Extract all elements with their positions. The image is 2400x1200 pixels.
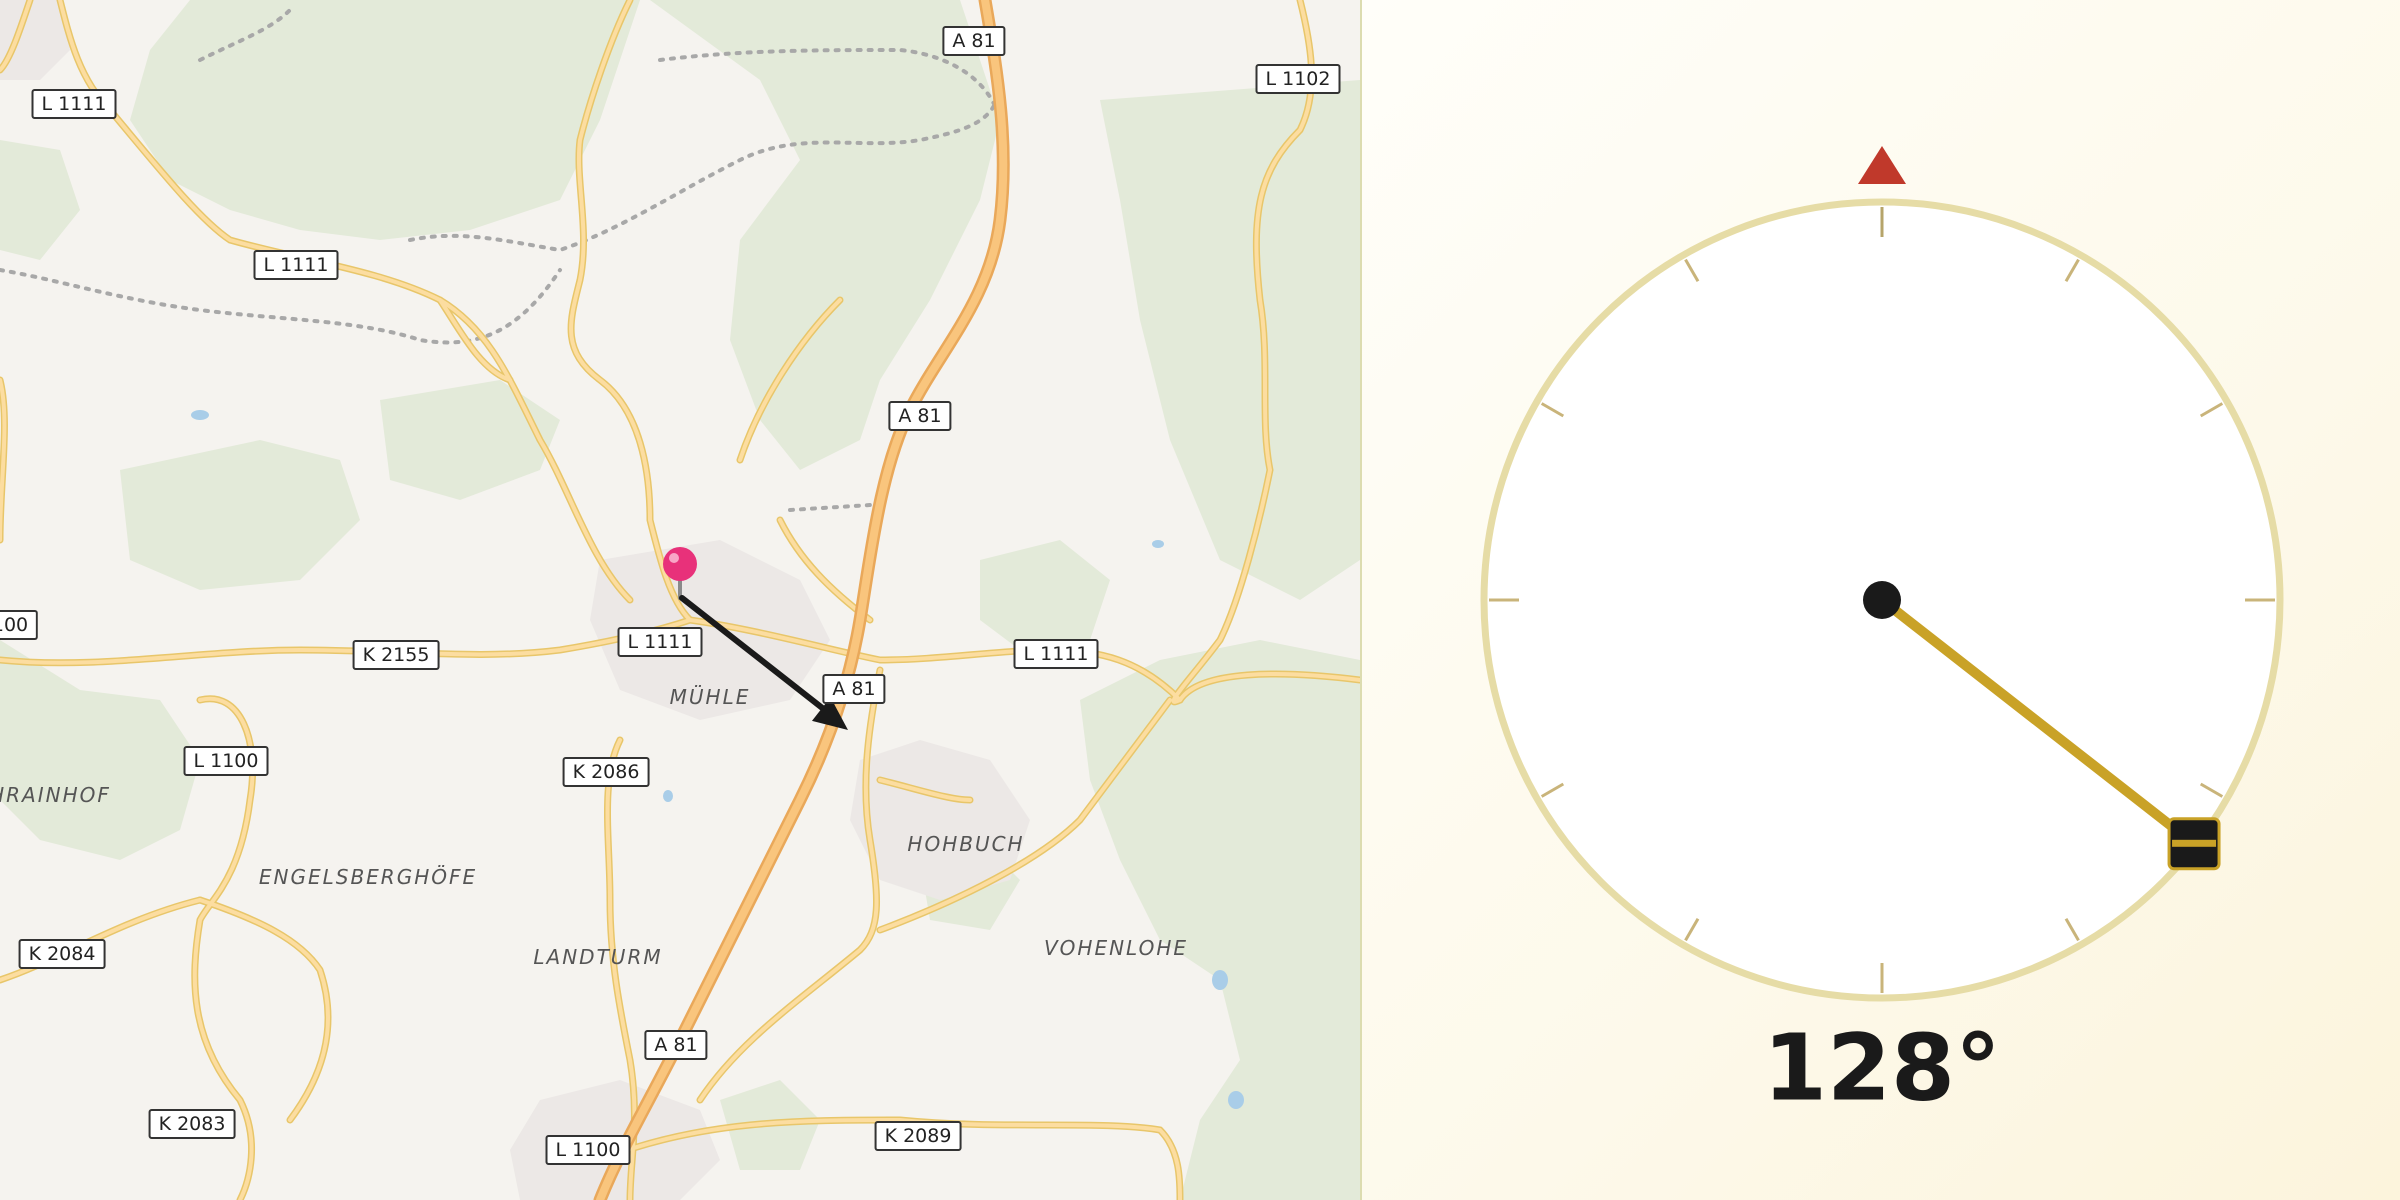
map-canvas <box>0 0 1360 1200</box>
road-shield-k2086: K 2086 <box>562 757 650 787</box>
road-shield-l1100: 100 <box>0 610 39 640</box>
road-shield-l1111: L 1111 <box>253 250 339 280</box>
road-shield-k2083: K 2083 <box>148 1109 236 1139</box>
place-label-muehle: MÜHLE <box>669 685 751 709</box>
place-label-engelsberghoefe: ENGELSBERGHÖFE <box>258 865 478 889</box>
road-shield-l1102: L 1102 <box>1255 64 1341 94</box>
map-view[interactable]: A 81 L 1102 L 1111 L 1111 A 81 100 K 215… <box>0 0 1360 1200</box>
north-triangle-icon <box>1858 146 1906 184</box>
road-shield-a81: A 81 <box>942 26 1006 56</box>
road-shield-l1100: L 1100 <box>183 746 269 776</box>
compass-panel: 128° <box>1362 0 2400 1200</box>
compass-hub <box>1863 581 1901 619</box>
place-label-hohbuch: HOHBUCH <box>907 832 1025 856</box>
road-shield-a81: A 81 <box>822 674 886 704</box>
road-shield-a81: A 81 <box>888 401 952 431</box>
road-shield-k2089: K 2089 <box>874 1121 962 1151</box>
road-shield-k2155: K 2155 <box>352 640 440 670</box>
road-shield-l1111: L 1111 <box>617 627 703 657</box>
road-shield-l1111: L 1111 <box>1013 639 1099 669</box>
road-shield-k2084: K 2084 <box>18 939 106 969</box>
road-shield-l1100: L 1100 <box>545 1135 631 1165</box>
place-label-landturm: LANDTURM <box>533 945 663 969</box>
place-label-rainhof: HRAINHOF <box>0 783 111 807</box>
road-shield-l1111: L 1111 <box>31 89 117 119</box>
heading-readout: 128° <box>1762 1014 2002 1122</box>
road-shield-a81: A 81 <box>644 1030 708 1060</box>
place-label-vohenlohe: VOHENLOHE <box>1043 936 1189 960</box>
needle-handle[interactable] <box>2167 817 2221 871</box>
